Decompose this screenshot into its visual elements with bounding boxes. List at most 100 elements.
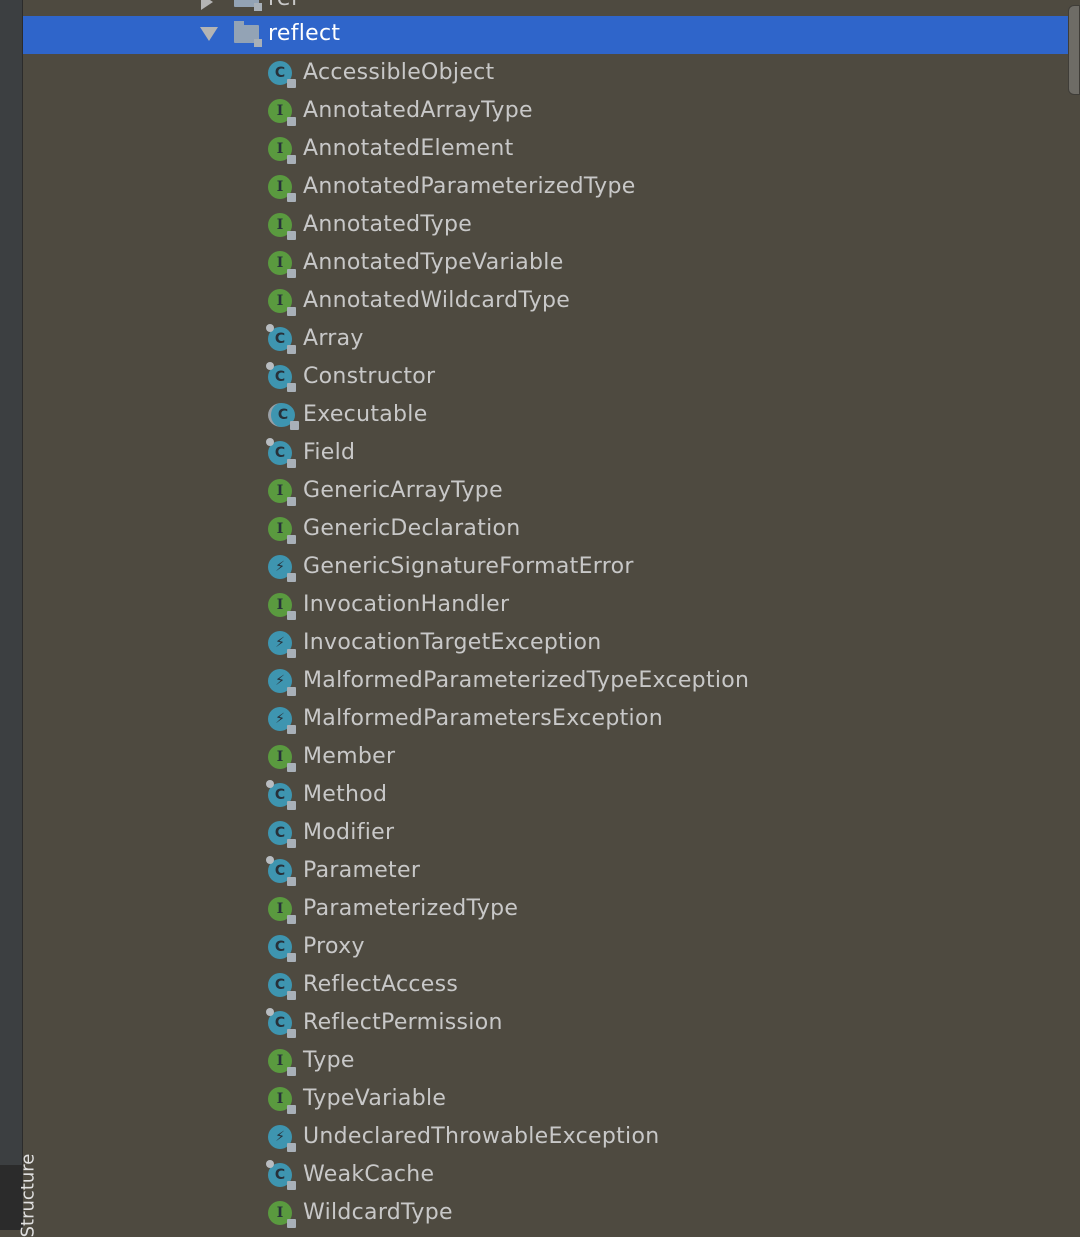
final-class-icon: C	[266, 1008, 296, 1038]
lock-icon	[287, 763, 296, 772]
tree-item-label: InvocationHandler	[303, 592, 510, 617]
exception-icon: ⚡	[268, 631, 296, 658]
lock-icon	[287, 1143, 296, 1152]
tree-item[interactable]: I AnnotatedArrayType	[23, 92, 1080, 130]
class-icon: C	[268, 821, 296, 848]
expand-arrow-icon[interactable]	[201, 0, 213, 10]
lock-icon	[287, 193, 296, 202]
tree-item[interactable]: I AnnotatedTypeVariable	[23, 244, 1080, 282]
lock-icon	[287, 117, 296, 126]
tree-item[interactable]: I GenericDeclaration	[23, 510, 1080, 548]
structure-tool-tab[interactable]: Structure	[0, 1154, 38, 1237]
tree-item[interactable]: C Array	[23, 320, 1080, 358]
tree-item-label: Parameter	[303, 858, 421, 883]
tree-item-label: UndeclaredThrowableException	[303, 1124, 660, 1149]
interface-icon: I	[268, 289, 296, 316]
tree-item[interactable]: I AnnotatedParameterizedType	[23, 168, 1080, 206]
lock-icon	[287, 573, 296, 582]
tree-item[interactable]: C Field	[23, 434, 1080, 472]
tree-item[interactable]: I AnnotatedWildcardType	[23, 282, 1080, 320]
tree-item[interactable]: C ReflectPermission	[23, 1004, 1080, 1042]
interface-icon: I	[268, 745, 296, 772]
lock-icon	[287, 1181, 296, 1190]
lock-icon	[287, 497, 296, 506]
lock-icon	[287, 1105, 296, 1114]
interface-icon: I	[268, 517, 296, 544]
tree-item[interactable]: C ReflectAccess	[23, 966, 1080, 1004]
class-icon: C	[268, 61, 296, 88]
tree-item[interactable]: I AnnotatedElement	[23, 130, 1080, 168]
lock-icon	[287, 915, 296, 924]
tree-item[interactable]: ⚡ GenericSignatureFormatError	[23, 548, 1080, 586]
interface-icon: I	[268, 593, 296, 620]
vertical-scrollbar[interactable]	[1068, 5, 1080, 95]
tree-item-label: AnnotatedParameterizedType	[303, 174, 636, 199]
tree-item-label: AccessibleObject	[303, 60, 495, 85]
collapse-arrow-icon[interactable]	[200, 27, 218, 41]
lock-icon	[287, 1219, 296, 1228]
interface-icon: I	[268, 1201, 296, 1228]
tree-node-reflect[interactable]: reflect	[23, 16, 1080, 54]
tree-item-label: Type	[303, 1048, 355, 1073]
lock-icon	[287, 1029, 296, 1038]
lock-icon	[287, 307, 296, 316]
lock-icon	[287, 269, 296, 278]
lock-icon	[287, 953, 296, 962]
tree-item-label: Constructor	[303, 364, 436, 389]
tree-item[interactable]: C Proxy	[23, 928, 1080, 966]
class-icon: C	[268, 935, 296, 962]
exception-icon: ⚡	[268, 707, 296, 734]
tree-item[interactable]: C Modifier	[23, 814, 1080, 852]
tree-item[interactable]: I TypeVariable	[23, 1080, 1080, 1118]
lock-icon	[287, 991, 296, 1000]
tree-item[interactable]: C Executable	[23, 396, 1080, 434]
lock-icon	[287, 231, 296, 240]
tree-item-label: Method	[303, 782, 388, 807]
tree-item[interactable]: I ParameterizedType	[23, 890, 1080, 928]
interface-icon: I	[268, 479, 296, 506]
final-class-icon: C	[266, 856, 296, 886]
interface-icon: I	[268, 99, 296, 126]
tree-item[interactable]: ⚡ MalformedParametersException	[23, 700, 1080, 738]
tree-item-label: Field	[303, 440, 356, 465]
tree-item-label: WildcardType	[303, 1200, 453, 1225]
tree-item-label: Array	[303, 326, 364, 351]
lock-icon	[287, 611, 296, 620]
interface-icon: I	[268, 251, 296, 278]
final-class-icon: C	[266, 780, 296, 810]
tree-item[interactable]: ⚡ MalformedParameterizedTypeException	[23, 662, 1080, 700]
interface-icon: I	[268, 1049, 296, 1076]
interface-icon: I	[268, 175, 296, 202]
tree-item-label: GenericSignatureFormatError	[303, 554, 634, 579]
tree-item-label: AnnotatedTypeVariable	[303, 250, 564, 275]
lock-icon	[287, 687, 296, 696]
tree-item[interactable]: C Constructor	[23, 358, 1080, 396]
tree-item[interactable]: I Member	[23, 738, 1080, 776]
tree-item[interactable]: I WildcardType	[23, 1194, 1080, 1232]
interface-icon: I	[268, 1087, 296, 1114]
tree-item[interactable]: C WeakCache	[23, 1156, 1080, 1194]
tree-item[interactable]: ⚡ UndeclaredThrowableException	[23, 1118, 1080, 1156]
tree-item[interactable]: I InvocationHandler	[23, 586, 1080, 624]
tree-item[interactable]: C Method	[23, 776, 1080, 814]
interface-icon: I	[268, 213, 296, 240]
tree-item-label: AnnotatedArrayType	[303, 98, 533, 123]
tree-item-label: AnnotatedWildcardType	[303, 288, 571, 313]
lock-icon	[287, 459, 296, 468]
lock-icon	[290, 421, 299, 430]
exception-icon: ⚡	[268, 669, 296, 696]
tree-item[interactable]: I AnnotatedType	[23, 206, 1080, 244]
lock-icon	[287, 839, 296, 848]
final-class-icon: C	[266, 324, 296, 354]
lock-icon	[287, 649, 296, 658]
tree-item-label: InvocationTargetException	[303, 630, 602, 655]
tree-item[interactable]: C Parameter	[23, 852, 1080, 890]
lock-icon	[287, 801, 296, 810]
tree-item[interactable]: ⚡ InvocationTargetException	[23, 624, 1080, 662]
tree-item[interactable]: I Type	[23, 1042, 1080, 1080]
tree-item[interactable]: C AccessibleObject	[23, 54, 1080, 92]
class-icon: C	[268, 973, 296, 1000]
tree-item-label: ReflectAccess	[303, 972, 459, 997]
tree-item-label: ReflectPermission	[303, 1010, 503, 1035]
tree-item[interactable]: I GenericArrayType	[23, 472, 1080, 510]
